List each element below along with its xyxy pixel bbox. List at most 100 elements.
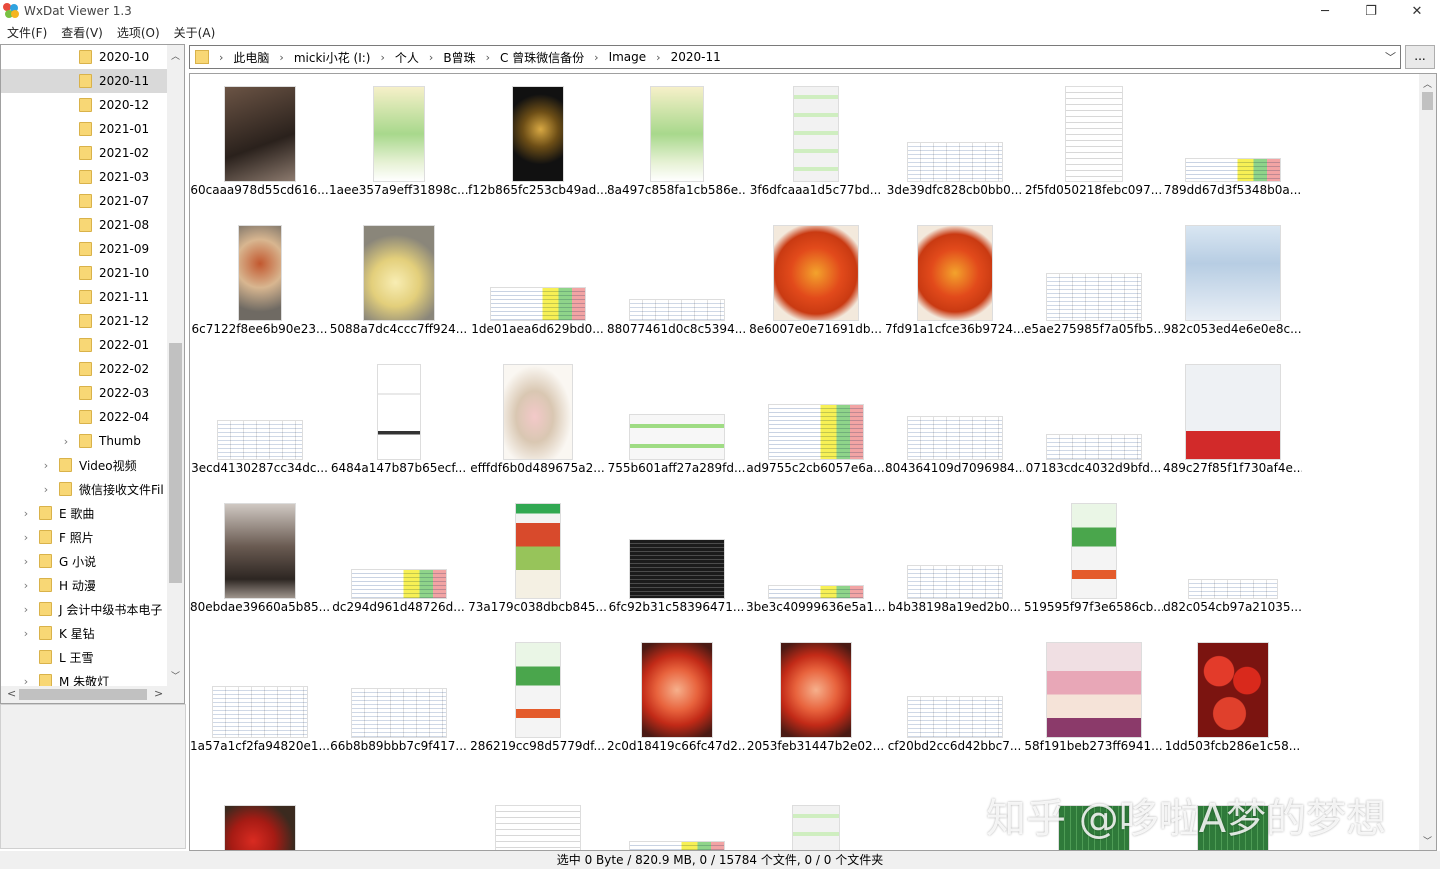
file-thumbnail[interactable]: 7fd91a1cfce36b9724...	[885, 213, 1024, 352]
file-thumbnail[interactable]: 3ecd4130287cc34dc...	[190, 352, 329, 491]
chevron-right-icon[interactable]: ›	[279, 51, 283, 64]
scroll-right-icon[interactable]: >	[154, 687, 163, 700]
grid-scroll-thumb[interactable]	[1422, 92, 1433, 110]
file-thumbnail[interactable]: 8a497c858fa1cb586e...	[607, 74, 746, 213]
address-bar[interactable]: › 此电脑 › micki小花 (I:) › 个人 › B曾珠 › C 曾珠微信…	[189, 45, 1401, 69]
chevron-down-icon[interactable]: ﹀	[1385, 49, 1396, 65]
breadcrumb-month[interactable]: 2020-11	[671, 50, 721, 64]
file-thumbnail[interactable]: 88077461d0c8c5394...	[607, 213, 746, 352]
chevron-right-icon[interactable]: ›	[219, 51, 223, 64]
expand-chevron-icon[interactable]: ›	[21, 627, 31, 640]
scroll-down-icon[interactable]: ﹀	[167, 669, 184, 682]
tree-item[interactable]: › H 动漫	[1, 573, 167, 597]
file-thumbnail[interactable]: 519595f97f3e6586cb...	[1024, 491, 1163, 630]
expand-chevron-icon[interactable]: ›	[21, 603, 31, 616]
scroll-left-icon[interactable]: <	[7, 687, 16, 700]
file-thumbnail[interactable]: 789dd67d3f5348b0a...	[1163, 74, 1302, 213]
scroll-up-icon[interactable]: ︿	[1419, 77, 1436, 90]
chevron-right-icon[interactable]: ›	[429, 51, 433, 64]
expand-chevron-icon[interactable]: ›	[41, 459, 51, 472]
file-thumbnail[interactable]: e5ae275985f7a05fb5...	[1024, 213, 1163, 352]
expand-chevron-icon[interactable]: ›	[21, 531, 31, 544]
chevron-right-icon[interactable]: ›	[486, 51, 490, 64]
menu-options[interactable]: 选项(O)	[110, 24, 167, 41]
expand-chevron-icon[interactable]: ›	[21, 579, 31, 592]
tree-item[interactable]: 2021-02	[1, 141, 167, 165]
tree-item[interactable]: 2021-08	[1, 213, 167, 237]
close-button[interactable]: ✕	[1394, 0, 1440, 22]
file-thumbnail[interactable]: 73a179c038dbcb845...	[468, 491, 607, 630]
file-thumbnail[interactable]: 80ebdae39660a5b85...	[190, 491, 329, 630]
tree-item[interactable]: 2021-10	[1, 261, 167, 285]
file-thumbnail[interactable]	[746, 769, 885, 850]
tree-item[interactable]: › Video视频	[1, 453, 167, 477]
file-thumbnail[interactable]: 2c0d18419c66fc47d2...	[607, 630, 746, 769]
expand-chevron-icon[interactable]: ›	[41, 483, 51, 496]
breadcrumb-personal[interactable]: 个人	[395, 49, 419, 66]
file-thumbnail[interactable]: 3be3c40999636e5a1...	[746, 491, 885, 630]
restore-button[interactable]: ❐	[1348, 0, 1394, 22]
tree-horizontal-scrollbar[interactable]: < >	[1, 686, 167, 703]
file-thumbnail[interactable]: 489c27f85f1f730af4e...	[1163, 352, 1302, 491]
tree-item[interactable]: › K 星钻	[1, 621, 167, 645]
file-thumbnail[interactable]: 286219cc98d5779df...	[468, 630, 607, 769]
file-thumbnail[interactable]: 60caaa978d55cd616...	[190, 74, 329, 213]
tree-item[interactable]: 2020-12	[1, 93, 167, 117]
breadcrumb-c[interactable]: C 曾珠微信备份	[500, 49, 584, 66]
file-thumbnail[interactable]	[329, 769, 468, 850]
expand-chevron-icon[interactable]: ›	[61, 435, 71, 448]
menu-about[interactable]: 关于(A)	[167, 24, 223, 41]
file-thumbnail[interactable]: 6484a147b87b65ecf...	[329, 352, 468, 491]
tree-item[interactable]: 2021-09	[1, 237, 167, 261]
tree-item[interactable]: › Thumb	[1, 429, 167, 453]
tree-item[interactable]: 2022-03	[1, 381, 167, 405]
tree-item[interactable]: › M 朱敬灯	[1, 669, 167, 686]
file-thumbnail[interactable]: 6fc92b31c58396471...	[607, 491, 746, 630]
tree-item[interactable]: › 微信接收文件Fil	[1, 477, 167, 501]
breadcrumb-b[interactable]: B曾珠	[443, 49, 475, 66]
tree-item[interactable]: › G 小说	[1, 549, 167, 573]
tree-item[interactable]: 2022-02	[1, 357, 167, 381]
file-thumbnail[interactable]	[607, 769, 746, 850]
tree-item[interactable]: › E 歌曲	[1, 501, 167, 525]
file-thumbnail[interactable]: 1a57a1cf2fa94820e1...	[190, 630, 329, 769]
tree-item[interactable]: 2021-12	[1, 309, 167, 333]
file-thumbnail[interactable]	[190, 769, 329, 850]
file-thumbnail[interactable]: b4b38198a19ed2b0...	[885, 491, 1024, 630]
file-thumbnail[interactable]: 982c053ed4e6e0e8c...	[1163, 213, 1302, 352]
tree-item[interactable]: 2021-07	[1, 189, 167, 213]
file-thumbnail[interactable]: 1dd503fcb286e1c58...	[1163, 630, 1302, 769]
tree-item[interactable]: 2021-01	[1, 117, 167, 141]
tree-item[interactable]: 2021-03	[1, 165, 167, 189]
file-thumbnail[interactable]: 3f6dfcaaa1d5c77bd...	[746, 74, 885, 213]
file-thumbnail[interactable]: 1de01aea6d629bd0...	[468, 213, 607, 352]
breadcrumb-image[interactable]: Image	[609, 50, 647, 64]
file-thumbnail[interactable]: 8e6007e0e71691db...	[746, 213, 885, 352]
file-thumbnail[interactable]: 6c7122f8ee6b90e23...	[190, 213, 329, 352]
tree-item[interactable]: 2022-01	[1, 333, 167, 357]
menu-file[interactable]: 文件(F)	[0, 24, 54, 41]
breadcrumb-this-pc[interactable]: 此电脑	[233, 49, 269, 66]
menu-view[interactable]: 查看(V)	[54, 24, 110, 41]
expand-chevron-icon[interactable]: ›	[21, 555, 31, 568]
file-thumbnail[interactable]	[468, 769, 607, 850]
tree-item[interactable]: 2021-11	[1, 285, 167, 309]
file-thumbnail[interactable]: 07183cdc4032d9bfd...	[1024, 352, 1163, 491]
tree-item[interactable]: › J 会计中级书本电子	[1, 597, 167, 621]
tree-item[interactable]: L 王雪	[1, 645, 167, 669]
file-thumbnail[interactable]: 66b8b89bbb7c9f417...	[329, 630, 468, 769]
browse-button[interactable]: ...	[1405, 45, 1435, 69]
file-thumbnail[interactable]: 2f5fd050218febc097...	[1024, 74, 1163, 213]
file-thumbnail[interactable]: efffdf6b0d489675a2...	[468, 352, 607, 491]
file-thumbnail[interactable]: 1aee357a9eff31898c...	[329, 74, 468, 213]
minimize-button[interactable]: ─	[1302, 0, 1348, 22]
file-thumbnail[interactable]: dc294d961d48726d...	[329, 491, 468, 630]
file-thumbnail[interactable]: 2053feb31447b2e02...	[746, 630, 885, 769]
chevron-right-icon[interactable]: ›	[656, 51, 660, 64]
breadcrumb-drive[interactable]: micki小花 (I:)	[294, 49, 371, 66]
tree-vertical-scrollbar[interactable]: ︿ ﹀	[167, 45, 184, 686]
chevron-right-icon[interactable]: ›	[594, 51, 598, 64]
file-thumbnail[interactable]: 755b601aff27a289fd...	[607, 352, 746, 491]
file-thumbnail[interactable]: f12b865fc253cb49ad...	[468, 74, 607, 213]
file-thumbnail[interactable]: d82c054cb97a21035...	[1163, 491, 1302, 630]
